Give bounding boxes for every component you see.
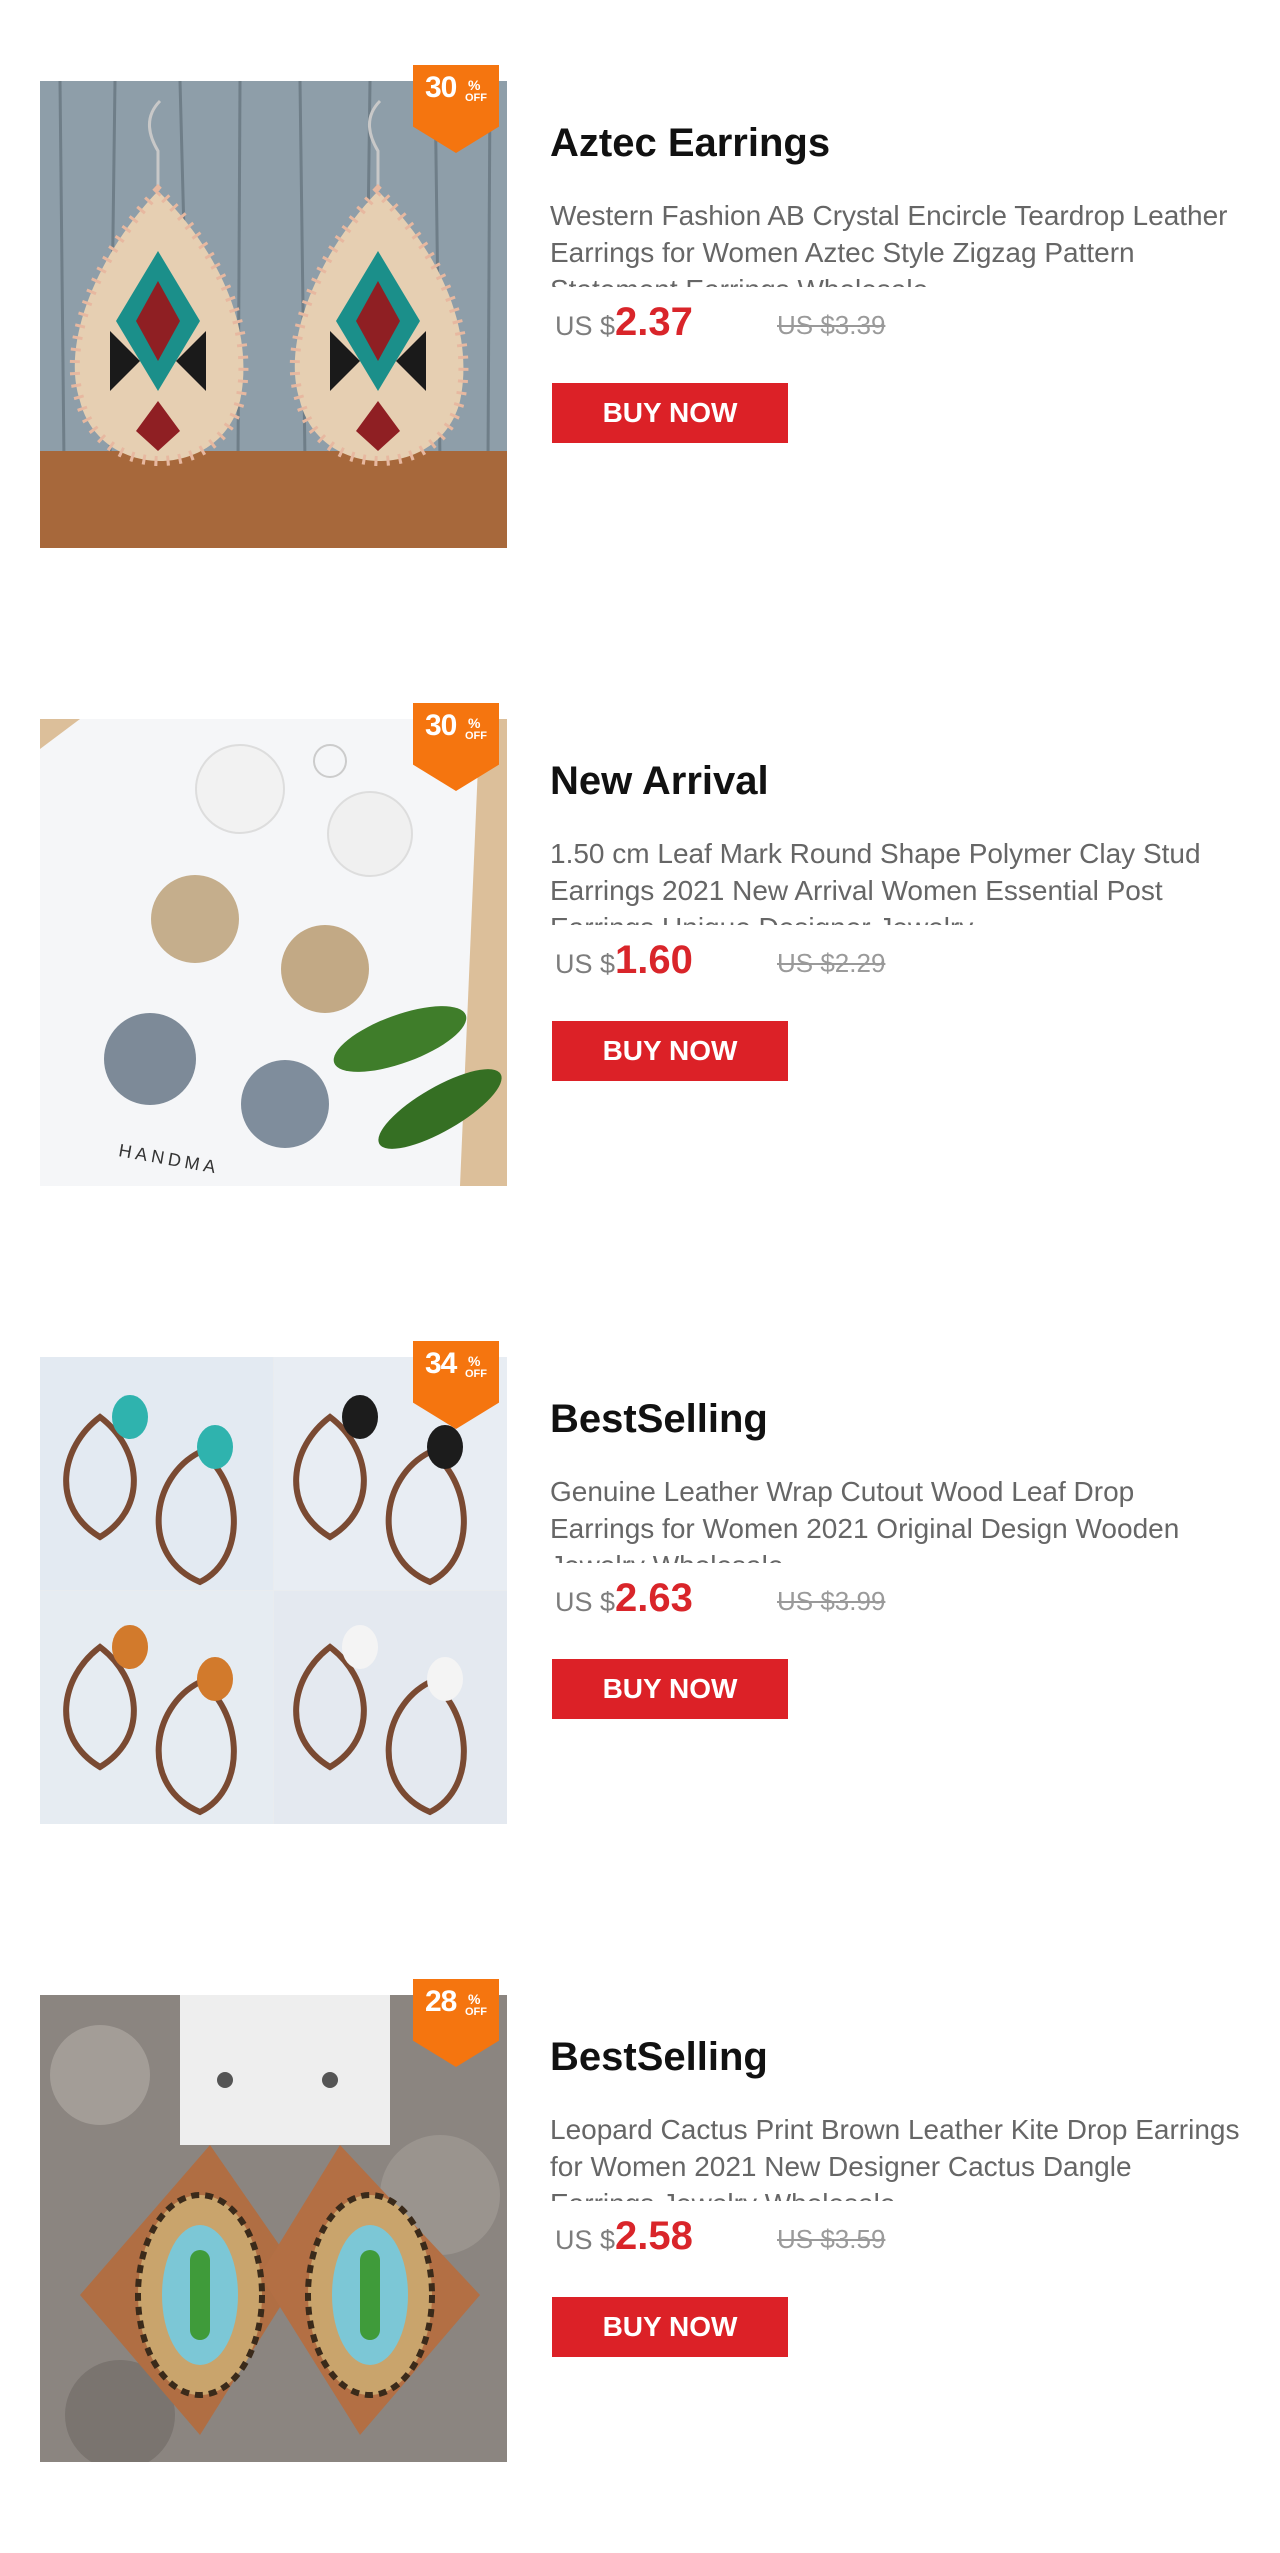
product-title[interactable]: Aztec Earrings <box>550 121 830 166</box>
discount-percent-sign: % <box>468 77 481 93</box>
price-currency: US $ <box>555 1587 616 1617</box>
price-currency: US $ <box>555 2225 616 2255</box>
discount-percent-sign: % <box>468 1353 481 1369</box>
aztec-earrings-photo <box>40 81 507 548</box>
buy-now-button[interactable]: BUY NOW <box>552 1021 788 1081</box>
product-description[interactable]: Genuine Leather Wrap Cutout Wood Leaf Dr… <box>550 1473 1240 1563</box>
discount-percent-sign: % <box>468 1991 481 2007</box>
product-image-aztec-earrings[interactable] <box>40 81 507 548</box>
product-title[interactable]: New Arrival <box>550 759 769 804</box>
current-price: US $1.60 <box>555 938 693 988</box>
discount-off-label: OFF <box>465 2006 487 2018</box>
original-price: US $3.99 <box>777 1586 886 1616</box>
buy-now-button[interactable]: BUY NOW <box>552 2297 788 2357</box>
price-currency: US $ <box>555 949 616 979</box>
current-price: US $2.58 <box>555 2214 693 2264</box>
discount-percent: 30 <box>425 709 457 742</box>
discount-off-label: OFF <box>465 1368 487 1380</box>
product-list-page: 30 % OFF Aztec Earrings Western Fashion … <box>0 0 1280 2553</box>
price-currency: US $ <box>555 311 616 341</box>
price-value: 2.63 <box>615 1576 693 1620</box>
wood-leaf-earrings-photo <box>40 1357 507 1824</box>
discount-percent: 30 <box>425 71 457 104</box>
discount-off-label: OFF <box>465 92 487 104</box>
price-value: 2.37 <box>615 300 693 344</box>
product-description[interactable]: Leopard Cactus Print Brown Leather Kite … <box>550 2111 1240 2201</box>
product-card-new-arrival: HANDMA 30 % OFF New Arrival 1.50 cm Leaf… <box>0 703 1280 1189</box>
buy-now-button[interactable]: BUY NOW <box>552 1659 788 1719</box>
original-price: US $2.29 <box>777 948 886 978</box>
product-card-cactus-earrings: 28 % OFF BestSelling Leopard Cactus Prin… <box>0 1979 1280 2465</box>
discount-percent: 28 <box>425 1985 457 2018</box>
product-title[interactable]: BestSelling <box>550 2035 768 2080</box>
product-card-aztec-earrings: 30 % OFF Aztec Earrings Western Fashion … <box>0 65 1280 551</box>
product-title[interactable]: BestSelling <box>550 1397 768 1442</box>
discount-percent: 34 <box>425 1347 457 1380</box>
clay-stud-earrings-photo <box>40 719 507 1186</box>
current-price: US $2.37 <box>555 300 693 350</box>
product-image-leaf-earrings[interactable] <box>40 1357 507 1824</box>
price-value: 1.60 <box>615 938 693 982</box>
product-card-leaf-earrings: 34 % OFF BestSelling Genuine Leather Wra… <box>0 1341 1280 1827</box>
product-image-cactus-earrings[interactable] <box>40 1995 507 2462</box>
price-value: 2.58 <box>615 2214 693 2258</box>
cactus-earrings-photo <box>40 1995 507 2462</box>
product-image-clay-studs[interactable]: HANDMA <box>40 719 507 1186</box>
original-price: US $3.59 <box>777 2224 886 2254</box>
original-price: US $3.39 <box>777 310 886 340</box>
buy-now-button[interactable]: BUY NOW <box>552 383 788 443</box>
product-description[interactable]: Western Fashion AB Crystal Encircle Tear… <box>550 197 1240 287</box>
discount-percent-sign: % <box>468 715 481 731</box>
current-price: US $2.63 <box>555 1576 693 1626</box>
product-description[interactable]: 1.50 cm Leaf Mark Round Shape Polymer Cl… <box>550 835 1240 925</box>
discount-off-label: OFF <box>465 730 487 742</box>
